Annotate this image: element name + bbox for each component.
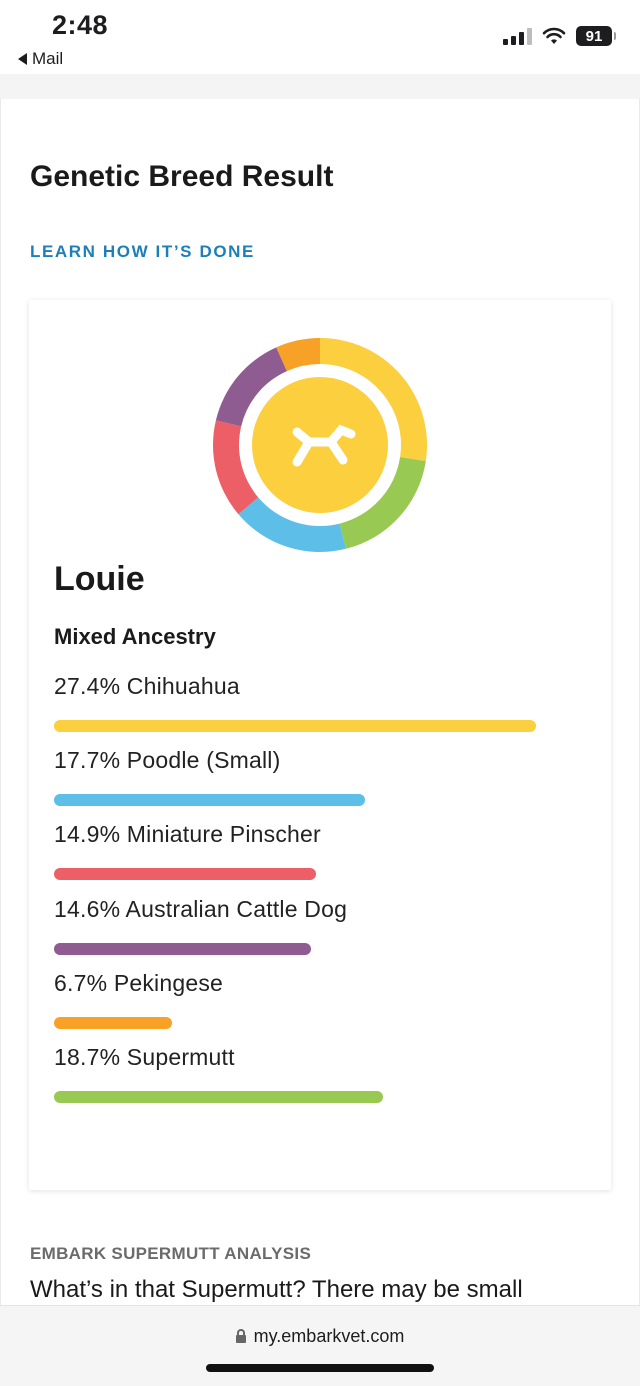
- breed-bar: [54, 943, 311, 955]
- url-text[interactable]: my.embarkvet.com: [254, 1326, 405, 1347]
- breed-label: 14.9% Miniature Pinscher: [54, 821, 321, 847]
- back-to-mail-button[interactable]: Mail: [18, 49, 63, 69]
- browser-address-bar[interactable]: my.embarkvet.com: [0, 1305, 640, 1386]
- battery-icon: 91: [576, 26, 616, 46]
- supermutt-section-label: EMBARK SUPERMUTT ANALYSIS: [30, 1244, 312, 1263]
- breed-bar: [54, 868, 317, 880]
- browser-top-band: [0, 74, 640, 99]
- back-app-label: Mail: [32, 49, 64, 68]
- page-title: Genetic Breed Result: [30, 160, 334, 193]
- breed-label: 27.4% Chihuahua: [54, 673, 240, 699]
- breed-bar: [54, 1091, 383, 1103]
- dog-name: Louie: [54, 560, 145, 598]
- supermutt-teaser-text: What’s in that Supermutt? There may be s…: [30, 1276, 523, 1303]
- breed-label: 14.6% Australian Cattle Dog: [54, 896, 348, 922]
- status-indicators: 91: [503, 26, 616, 46]
- battery-level: 91: [585, 27, 603, 45]
- lock-icon: [235, 1328, 246, 1343]
- status-bar: 2:48 Mail 91: [0, 0, 640, 74]
- breed-donut-chart: [213, 338, 427, 552]
- breed-bar: [54, 1017, 172, 1029]
- breed-bar: [54, 720, 536, 732]
- wifi-icon: [542, 27, 566, 44]
- url-row[interactable]: my.embarkvet.com: [0, 1326, 640, 1347]
- cellular-signal-icon: [503, 27, 532, 45]
- learn-how-link[interactable]: LEARN HOW IT’S DONE: [30, 242, 255, 262]
- back-arrow-icon: [18, 53, 27, 65]
- breed-label: 18.7% Supermutt: [54, 1044, 235, 1070]
- status-time: 2:48: [52, 10, 109, 40]
- breed-label: 17.7% Poodle (Small): [54, 747, 281, 773]
- ancestry-label: Mixed Ancestry: [54, 624, 216, 649]
- donut-segment: [213, 420, 259, 515]
- breed-bar: [54, 794, 366, 806]
- home-indicator[interactable]: [206, 1364, 434, 1372]
- breed-label: 6.7% Pekingese: [54, 970, 224, 996]
